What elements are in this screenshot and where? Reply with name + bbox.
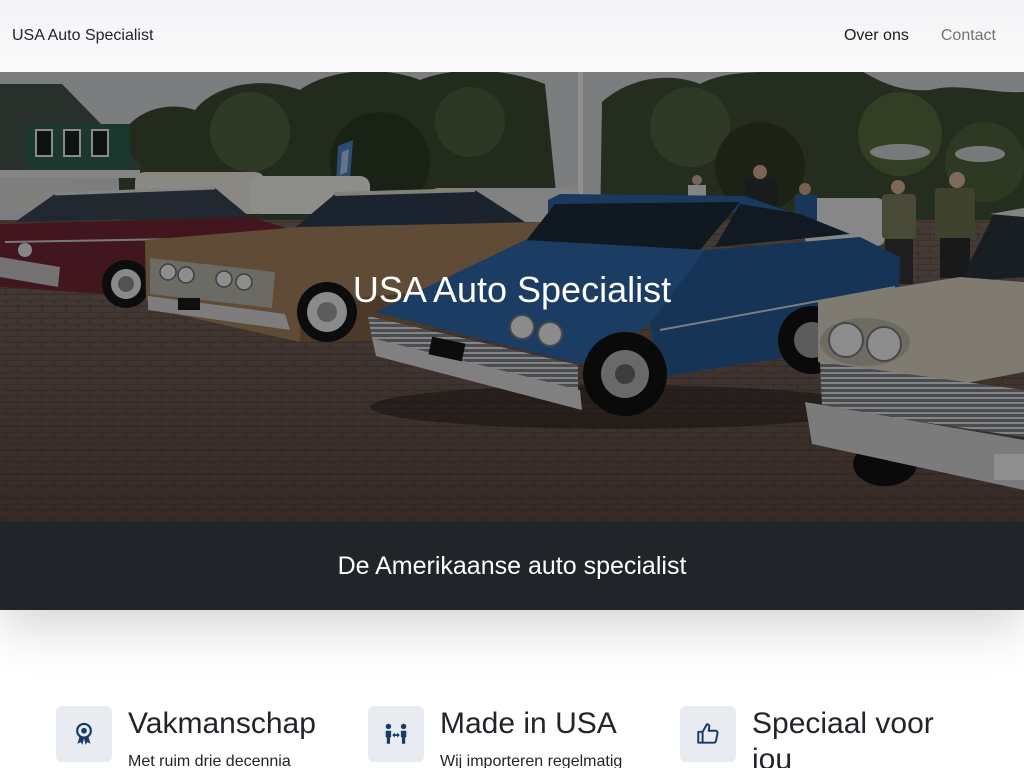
nav-menu: Over ons Contact — [828, 24, 1012, 48]
feature-title: Speciaal voor jou — [752, 707, 934, 768]
feature-made-in-usa: Made in USA Wij importeren regelmatig — [368, 706, 656, 768]
feature-title: Made in USA — [440, 707, 617, 740]
hero-title: USA Auto Specialist — [352, 269, 672, 310]
feature-vakmanschap: Vakmanschap Met ruim drie decennia — [56, 706, 344, 768]
nav-link-over-ons[interactable]: Over ons — [828, 24, 925, 48]
feature-icon-box — [56, 706, 112, 762]
tagline: De Amerikaanse auto specialist — [337, 552, 687, 580]
feature-text: Wij importeren regelmatig — [440, 753, 623, 768]
brand-link[interactable]: USA Auto Specialist — [12, 24, 153, 48]
feature-speciaal-voor-jou: Speciaal voor jou — [680, 706, 968, 768]
award-icon — [76, 722, 92, 745]
feature-icon-box — [368, 706, 424, 762]
navbar: USA Auto Specialist Over ons Contact — [0, 0, 1024, 72]
people-arrows-icon — [385, 723, 407, 744]
thumbs-up-icon — [697, 723, 719, 744]
masthead: USA Auto Specialist De Amerikaanse auto … — [0, 72, 1024, 610]
feature-body: Made in USA Wij importeren regelmatig — [440, 706, 656, 768]
feature-title: Vakmanschap — [128, 707, 316, 740]
feature-text: Met ruim drie decennia — [128, 753, 291, 768]
page: USA Auto Specialist Over ons Contact USA… — [0, 0, 1024, 768]
features-section: Vakmanschap Met ruim drie decennia Made … — [56, 706, 968, 768]
feature-icon-box — [680, 706, 736, 762]
tagline-band: De Amerikaanse auto specialist — [0, 522, 1024, 610]
feature-body: Speciaal voor jou — [752, 706, 968, 768]
hero: USA Auto Specialist — [0, 72, 1024, 522]
nav-link-contact[interactable]: Contact — [925, 24, 1012, 48]
feature-body: Vakmanschap Met ruim drie decennia — [128, 706, 344, 768]
